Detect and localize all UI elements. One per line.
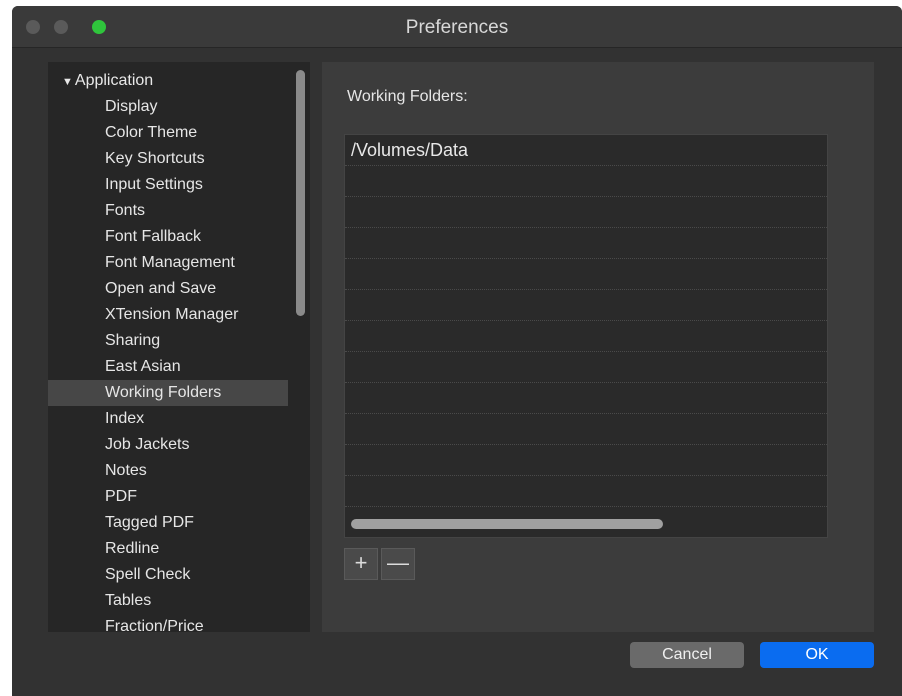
window-title: Preferences: [405, 17, 509, 38]
list-item[interactable]: [345, 383, 827, 414]
cancel-button[interactable]: Cancel: [630, 642, 744, 668]
sidebar-list: ▼ Application Display Color Theme Key Short…: [48, 68, 288, 632]
list-item[interactable]: [345, 352, 827, 383]
list-item[interactable]: /Volumes/Data: [345, 135, 827, 166]
list-item[interactable]: [345, 476, 827, 507]
sidebar-item[interactable]: Tagged PDF: [48, 510, 288, 536]
list-item[interactable]: [345, 166, 827, 197]
horizontal-scrollbar[interactable]: [345, 511, 827, 537]
sidebar-item[interactable]: Spell Check: [48, 562, 288, 588]
sidebar-item[interactable]: Job Jackets: [48, 432, 288, 458]
sidebar-item[interactable]: East Asian: [48, 354, 288, 380]
sidebar-item[interactable]: Fonts: [48, 198, 288, 224]
sidebar-item[interactable]: Color Theme: [48, 120, 288, 146]
list-item[interactable]: [345, 228, 827, 259]
sidebar-item[interactable]: XTension Manager: [48, 302, 288, 328]
list-item[interactable]: [345, 197, 827, 228]
sidebar-item[interactable]: Working Folders: [48, 380, 288, 406]
folders-list[interactable]: /Volumes/Data: [344, 134, 828, 538]
preferences-window: Preferences ▼ Application Display Color Th…: [12, 6, 902, 696]
sidebar-group-application[interactable]: ▼ Application: [48, 68, 288, 94]
add-folder-button[interactable]: +: [344, 548, 378, 580]
remove-folder-button[interactable]: —: [381, 548, 415, 580]
sidebar-item[interactable]: Fraction/Price: [48, 614, 288, 632]
working-folders-panel: Working Folders: /Volumes/Data + —: [322, 62, 874, 632]
sidebar-item[interactable]: Notes: [48, 458, 288, 484]
list-item[interactable]: [345, 321, 827, 352]
horizontal-scrollbar-thumb[interactable]: [351, 519, 663, 529]
sidebar-item[interactable]: Font Fallback: [48, 224, 288, 250]
sidebar-item[interactable]: Open and Save: [48, 276, 288, 302]
list-item[interactable]: [345, 414, 827, 445]
sidebar-item[interactable]: Font Management: [48, 250, 288, 276]
section-label: Working Folders:: [347, 88, 468, 105]
sidebar-item[interactable]: Redline: [48, 536, 288, 562]
sidebar-item[interactable]: Sharing: [48, 328, 288, 354]
title-bar[interactable]: Preferences: [12, 6, 902, 48]
sidebar-group-label: Application: [74, 72, 154, 89]
list-item[interactable]: [345, 290, 827, 321]
sidebar-item[interactable]: PDF: [48, 484, 288, 510]
list-item[interactable]: [345, 259, 827, 290]
folders-list-rows: /Volumes/Data: [345, 135, 827, 507]
sidebar-scrollbar[interactable]: [296, 70, 305, 316]
sidebar-item[interactable]: Index: [48, 406, 288, 432]
sidebar-item[interactable]: Tables: [48, 588, 288, 614]
list-item[interactable]: [345, 445, 827, 476]
sidebar-item[interactable]: Input Settings: [48, 172, 288, 198]
triangle-down-icon[interactable]: ▼: [62, 76, 73, 88]
ok-button[interactable]: OK: [760, 642, 874, 668]
sidebar-item[interactable]: Display: [48, 94, 288, 120]
sidebar-item[interactable]: Key Shortcuts: [48, 146, 288, 172]
sidebar: ▼ Application Display Color Theme Key Short…: [48, 62, 310, 632]
